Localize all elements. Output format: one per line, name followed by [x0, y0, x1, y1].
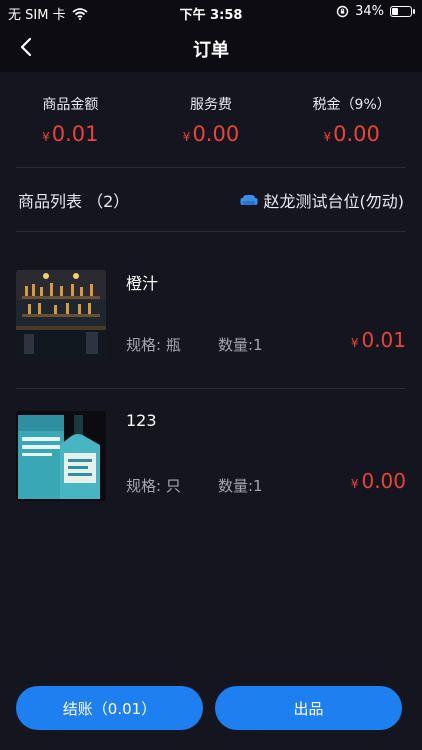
item-spec: 规格: 瓶	[126, 336, 181, 354]
divider	[16, 388, 406, 389]
battery-icon	[390, 6, 415, 17]
summary-service-fee: 服务费 ¥0.00	[141, 72, 282, 168]
item-name: 123	[126, 411, 157, 430]
summary-value: ¥0.00	[323, 122, 380, 146]
list-title: 商品列表 （2）	[18, 192, 130, 211]
status-right: 34%	[336, 4, 415, 19]
item-name: 橙汁	[126, 274, 159, 293]
status-bar: 无 SIM 卡 下午 3:58 34%	[0, 0, 422, 24]
item-quantity: 数量:1	[218, 336, 263, 354]
divider	[16, 231, 406, 232]
summary-label: 税金（9%）	[312, 97, 391, 113]
battery-percent: 34%	[355, 4, 384, 19]
list-item[interactable]: 123 规格: 只 数量:1 ¥0.00	[16, 397, 406, 517]
item-price: ¥0.01	[350, 328, 406, 352]
summary-label: 商品金额	[42, 97, 99, 113]
divider	[16, 167, 406, 168]
checkout-button[interactable]: 结账（0.01）	[16, 686, 203, 730]
nav-bar: 订单	[0, 24, 422, 72]
amount-summary: 商品金额 ¥0.01 服务费 ¥0.00 税金（9%） ¥0.00	[0, 72, 422, 168]
summary-label: 服务费	[190, 97, 232, 113]
list-item[interactable]: 橙汁 规格: 瓶 数量:1 ¥0.01	[16, 256, 406, 376]
orientation-lock-icon	[336, 5, 349, 18]
sofa-icon	[240, 195, 257, 205]
seat-label: 赵龙测试台位(勿动)	[263, 192, 405, 211]
whisky-bottle-thumbnail	[16, 411, 106, 501]
item-price: ¥0.00	[350, 469, 406, 493]
list-header: 商品列表 （2） 赵龙测试台位(勿动)	[18, 184, 404, 216]
summary-goods-amount: 商品金额 ¥0.01	[0, 72, 141, 168]
summary-tax: 税金（9%） ¥0.00	[281, 72, 422, 168]
summary-value: ¥0.00	[182, 122, 240, 146]
seat-info: 赵龙测试台位(勿动)	[240, 188, 405, 212]
page-title: 订单	[193, 40, 229, 61]
item-quantity: 数量:1	[218, 477, 263, 495]
bar-photo-thumbnail	[16, 270, 106, 360]
summary-value: ¥0.01	[42, 122, 99, 146]
serve-button[interactable]: 出品	[215, 686, 402, 730]
item-spec: 规格: 只	[126, 477, 181, 495]
footer-actions: 结账（0.01） 出品	[16, 686, 402, 730]
